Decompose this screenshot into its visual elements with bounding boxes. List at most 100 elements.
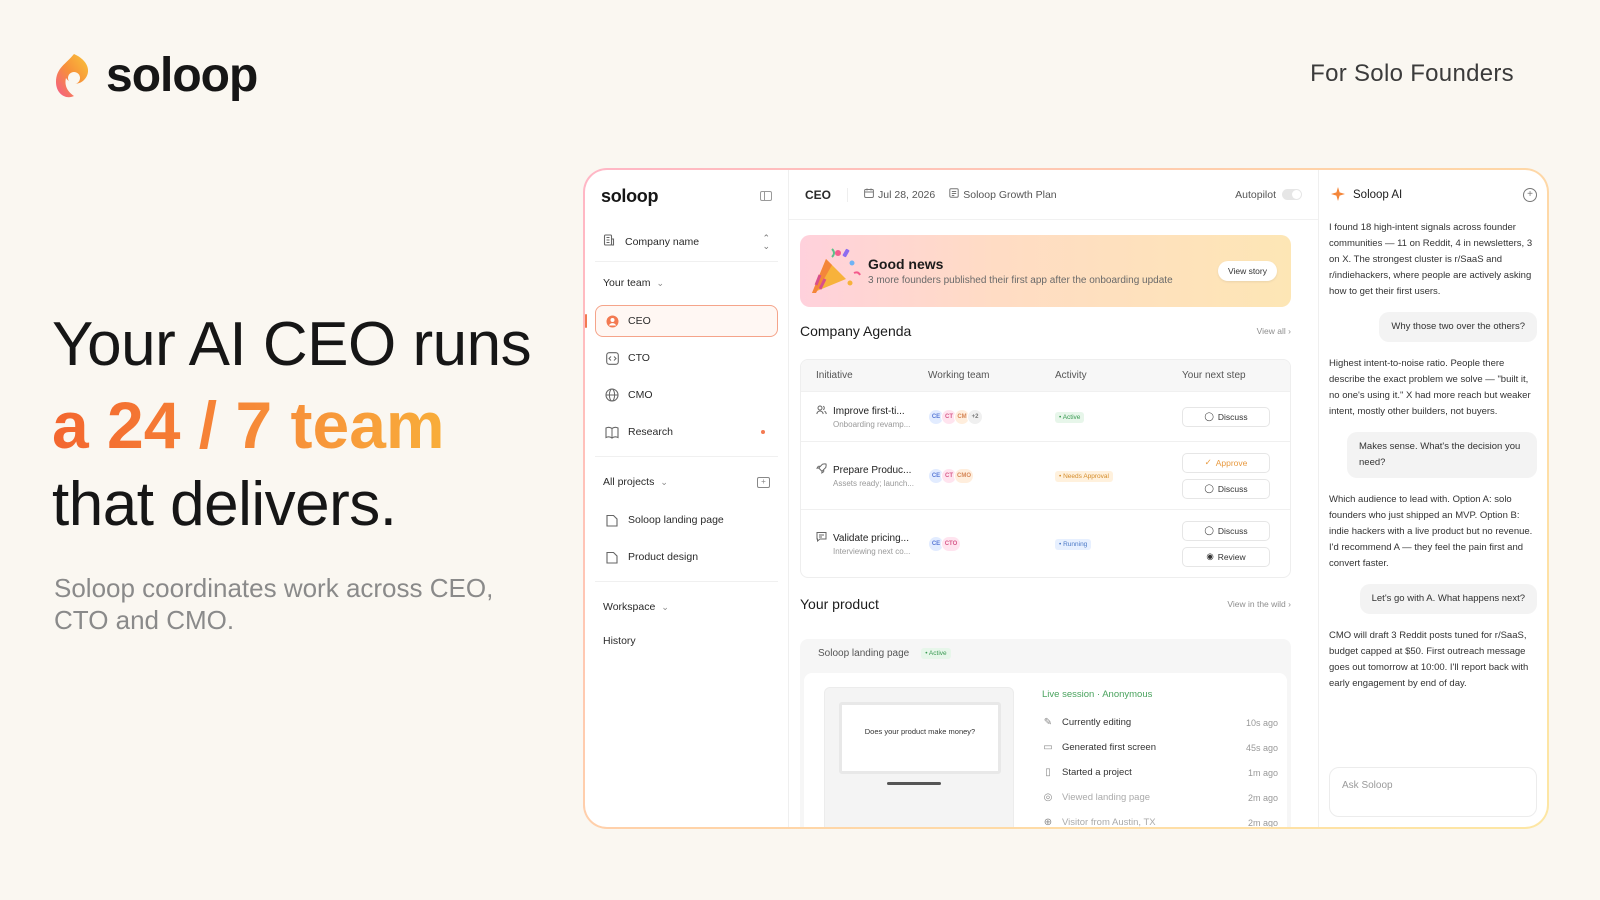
column-header: Initiative (816, 370, 853, 381)
projects-section-label: All projects (603, 476, 655, 488)
chat-bubble-icon: ◯ (1204, 411, 1214, 421)
table-row[interactable]: Validate pricing... Interviewing next co… (801, 509, 1290, 577)
product-preview[interactable]: Does your product make money? (824, 687, 1014, 827)
party-popper-icon (812, 248, 861, 293)
plan-chip[interactable]: Soloop Growth Plan (949, 188, 1057, 201)
table-row[interactable]: Prepare Produc... Assets ready; launch..… (801, 441, 1290, 509)
session-label: Live session · Anonymous (1042, 689, 1153, 700)
user-message: Let's go with A. What happens next? (1359, 584, 1537, 614)
discuss-button[interactable]: ◯ Discuss (1182, 478, 1270, 499)
sidebar-item-research[interactable]: Research (595, 416, 778, 448)
initiative-title-text: Validate pricing... (833, 532, 909, 544)
initiative-title-text: Improve first-ti... (833, 405, 905, 417)
hero-line-2: a 24 / 7 team (52, 385, 572, 465)
projects-section-toggle[interactable]: All projects ⌄ + (595, 465, 778, 499)
chat-input[interactable]: Ask Soloop (1329, 767, 1537, 817)
sidebar-item-label: Soloop landing page (628, 514, 724, 526)
team-cell: CE CT CMO (928, 467, 1055, 484)
button-label: Discuss (1217, 411, 1248, 422)
banner-text: 3 more founders published their first ap… (868, 275, 1173, 286)
app-window: soloop Company name ⌃ ⌄ Your team ⌄ CEO C… (585, 170, 1547, 827)
status-badge: • Active (921, 647, 951, 659)
activity-label: Generated first screen (1062, 742, 1156, 753)
autopilot-label: Autopilot (1235, 188, 1276, 201)
sidebar-header: soloop (595, 184, 778, 208)
column-header: Working team (928, 370, 990, 381)
product-card: Does your product make money? Live sessi… (804, 673, 1287, 827)
chevron-right-icon: › (1288, 599, 1291, 609)
chevron-down-icon: ⌄ (661, 601, 669, 612)
button-label: Discuss (1217, 483, 1248, 494)
preview-headline: Does your product make money? (864, 727, 976, 736)
autopilot-toggle[interactable] (1282, 189, 1302, 200)
avatar: CTO (941, 535, 961, 552)
agenda-header: Company Agenda View all › (800, 323, 1291, 339)
activity-label: Started a project (1062, 767, 1132, 778)
document-icon (604, 512, 620, 528)
activity-time: 2m ago (1247, 817, 1278, 828)
rocket-icon (816, 463, 827, 477)
plan-label: Soloop Growth Plan (963, 188, 1057, 201)
view-story-button[interactable]: View story (1217, 261, 1277, 281)
view-all-link[interactable]: View all › (1257, 326, 1291, 336)
activity-time: 45s ago (1245, 742, 1278, 753)
chat-header: Soloop AI + (1329, 170, 1537, 220)
users-icon (816, 405, 827, 418)
date-chip[interactable]: Jul 28, 2026 (864, 188, 935, 201)
product-tab[interactable]: Soloop landing page • Active (800, 639, 1291, 667)
tagline: For Solo Founders (1310, 60, 1514, 87)
chevron-right-icon: › (1288, 326, 1291, 336)
sidebar-project-product-design[interactable]: Product design (595, 541, 778, 573)
initiative-cell: Improve first-ti... Onboarding revamp... (801, 405, 928, 429)
status-badge: • Active (1055, 412, 1085, 423)
list-item: ⊕ Visitor from Austin, TX 2m ago (1042, 810, 1278, 827)
sidebar-item-cto[interactable]: CTO (595, 342, 778, 374)
activity-time: 10s ago (1245, 717, 1278, 728)
next-step-cell: ✓ Approve ◯ Discuss (1182, 452, 1290, 499)
view-all-label: View all (1256, 326, 1286, 336)
sidebar-collapse-icon[interactable] (760, 191, 772, 201)
sidebar-item-ceo[interactable]: CEO (585, 305, 778, 337)
sidebar-item-cmo[interactable]: CMO (595, 379, 778, 411)
ai-message: CMO will draft 3 Reddit posts tuned for … (1329, 630, 1529, 689)
button-label: Discuss (1217, 525, 1248, 536)
button-label: Review (1217, 551, 1246, 562)
preview-screen: Does your product make money? (839, 702, 1001, 774)
activity-time: 2m ago (1247, 792, 1278, 803)
sidebar-project-soloop-landing[interactable]: Soloop landing page (595, 504, 778, 536)
hero-subtitle: Soloop coordinates work across CEO, CTO … (54, 573, 494, 635)
sidebar-logo: soloop (601, 185, 659, 206)
banner-title: Good news (868, 256, 944, 272)
discuss-button[interactable]: ◯ Discuss (1182, 406, 1270, 427)
chevron-down-icon: ⌄ (656, 277, 665, 288)
workspace-section-toggle[interactable]: Workspace ⌄ (595, 590, 778, 624)
user-circle-icon (604, 313, 620, 329)
team-section-toggle[interactable]: Your team ⌄ (595, 266, 778, 300)
team-cell: CE CT CM +2 (928, 408, 1055, 425)
activity-label: Visitor from Austin, TX (1062, 817, 1156, 827)
check-icon: ✓ (1204, 457, 1212, 467)
approve-button[interactable]: ✓ Approve (1182, 452, 1270, 473)
list-item: ▭ Generated first screen 45s ago (1042, 735, 1278, 760)
review-button[interactable]: ◉ Review (1182, 546, 1270, 567)
page-title: CEO (805, 187, 849, 202)
new-chat-icon[interactable]: + (1523, 188, 1537, 202)
user-message: Why those two over the others? (1379, 312, 1537, 342)
globe-icon (604, 387, 620, 403)
avatar-overflow: +2 (967, 408, 983, 425)
add-folder-icon[interactable]: + (757, 476, 770, 488)
view-in-wild-link[interactable]: View in the wild › (1227, 599, 1291, 609)
initiative-title: Prepare Produc... (816, 463, 928, 477)
ai-message: I found 18 high-intent signals across fo… (1329, 222, 1533, 297)
message-square-icon (816, 531, 827, 545)
discuss-button[interactable]: ◯ Discuss (1182, 520, 1270, 541)
chat-bubble-icon: ◯ (1204, 525, 1214, 535)
app-window-frame: soloop Company name ⌃ ⌄ Your team ⌄ CEO C… (583, 168, 1549, 829)
topbar: CEO Jul 28, 2026 Soloop Growth Plan Auto… (789, 170, 1318, 220)
company-selector[interactable]: Company name ⌃ ⌄ (595, 222, 778, 262)
initiative-subtitle: Onboarding revamp... (833, 419, 911, 429)
table-row[interactable]: Improve first-ti... Onboarding revamp...… (801, 391, 1290, 441)
activity-cell: • Active (1055, 410, 1182, 423)
sidebar-item-history[interactable]: History (595, 624, 778, 658)
document-icon (604, 549, 620, 565)
